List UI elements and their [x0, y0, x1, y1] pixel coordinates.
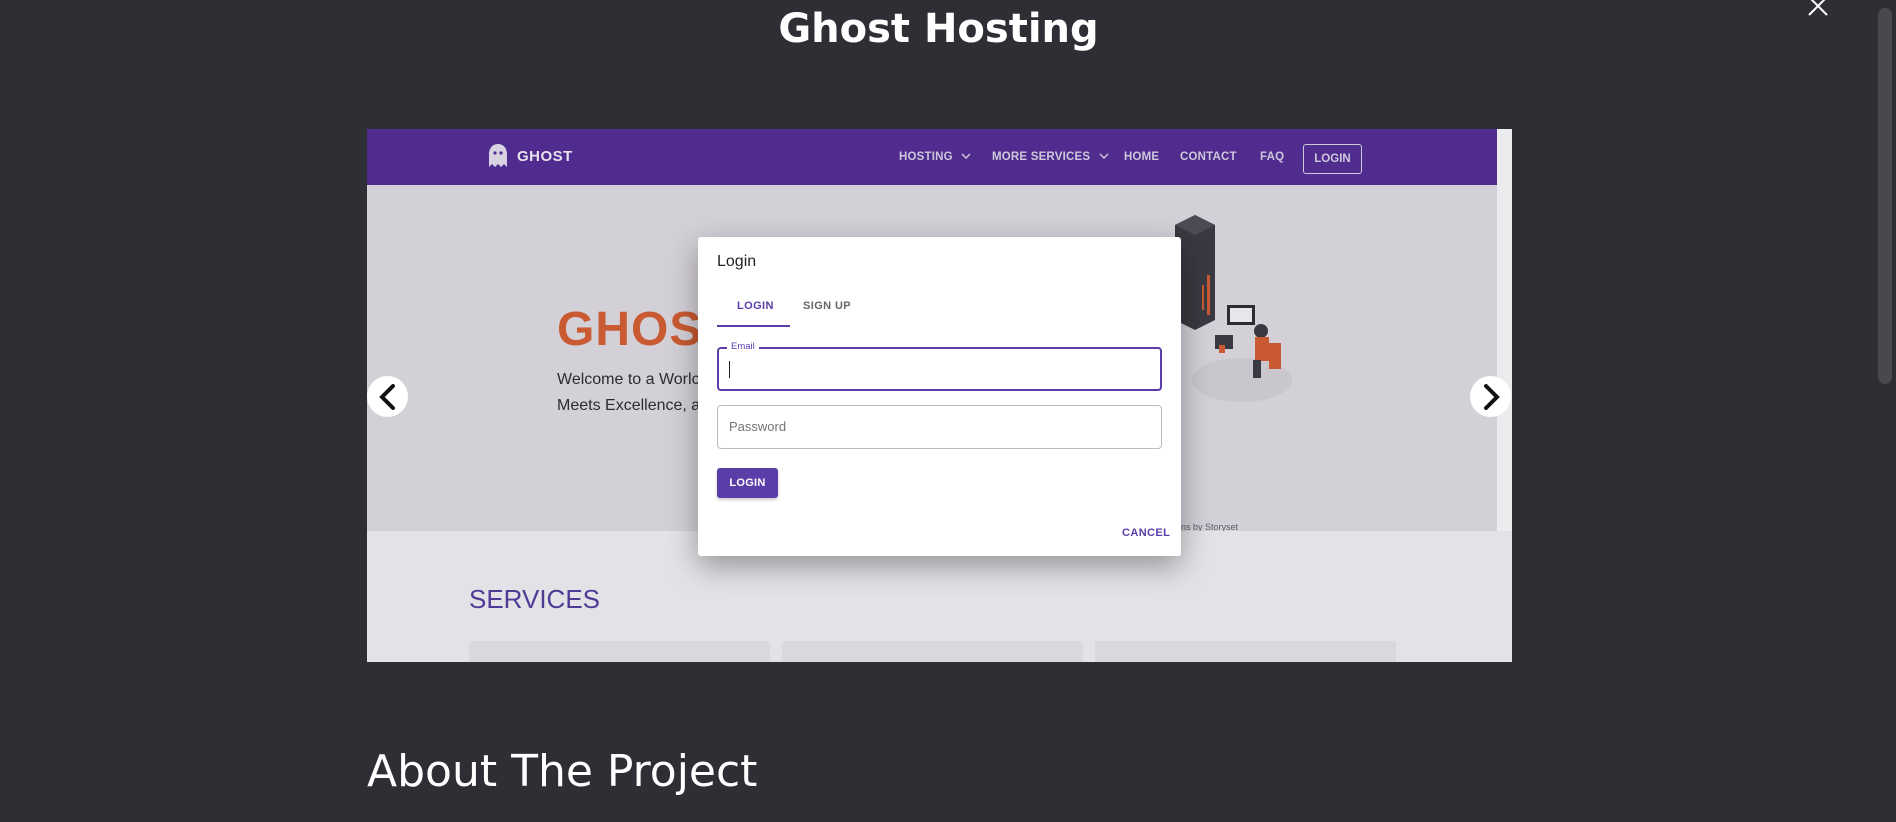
site-logo[interactable]: GHOST — [487, 143, 573, 169]
chevron-down-icon — [961, 153, 971, 160]
nav-hosting[interactable]: HOSTING — [899, 151, 971, 163]
login-submit-button[interactable]: LOGIN — [717, 468, 778, 498]
hero-line-2: Meets Excellence, a — [557, 397, 701, 414]
site-navbar: GHOST HOSTING MORE SERVICES HOME CONTACT… — [367, 129, 1497, 185]
nav-contact[interactable]: CONTACT — [1180, 151, 1237, 163]
hero-text: Welcome to a Worlc Meets Excellence, a — [557, 367, 700, 419]
tab-signup[interactable]: SIGN UP — [803, 300, 851, 312]
nav-home[interactable]: HOME — [1124, 151, 1159, 163]
text-cursor — [729, 361, 730, 378]
service-card — [782, 641, 1083, 662]
arrow-right-icon — [1483, 383, 1500, 410]
dialog-title: Login — [717, 253, 757, 270]
ghost-logo-icon — [489, 144, 507, 167]
nav-faq[interactable]: FAQ — [1260, 151, 1284, 163]
nav-more-services[interactable]: MORE SERVICES — [992, 151, 1109, 163]
nav-more-services-label: MORE SERVICES — [992, 151, 1091, 163]
nav-login-button[interactable]: LOGIN — [1303, 144, 1362, 174]
arrow-left-icon — [378, 383, 395, 410]
services-title: SERVICES — [469, 584, 601, 614]
cancel-button[interactable]: CANCEL — [1122, 527, 1170, 539]
carousel-next-button[interactable] — [1470, 376, 1511, 417]
page-scrollbar[interactable] — [1874, 0, 1896, 822]
email-field[interactable]: Email — [717, 341, 1162, 391]
page-title: Ghost Hosting — [778, 6, 1099, 52]
password-field[interactable]: Password — [717, 405, 1162, 449]
chevron-down-icon — [1099, 153, 1109, 160]
password-placeholder: Password — [729, 419, 787, 434]
active-tab-indicator — [717, 325, 790, 327]
scrollbar-thumb[interactable] — [1878, 8, 1892, 384]
nav-hosting-label: HOSTING — [899, 151, 953, 163]
tab-login[interactable]: LOGIN — [737, 300, 774, 312]
hero-line-1: Welcome to a Worlc — [557, 371, 700, 388]
about-heading: About The Project — [367, 746, 758, 797]
login-dialog: Login LOGIN SIGN UP Email Password LOGIN… — [698, 237, 1181, 556]
logo-text: GHOST — [517, 147, 573, 165]
close-icon[interactable] — [1806, 0, 1830, 18]
service-card — [1095, 641, 1396, 662]
hero-title: GHOS — [557, 303, 703, 356]
carousel-prev-button[interactable] — [367, 376, 408, 417]
email-label: Email — [727, 341, 759, 352]
service-card — [469, 641, 770, 662]
